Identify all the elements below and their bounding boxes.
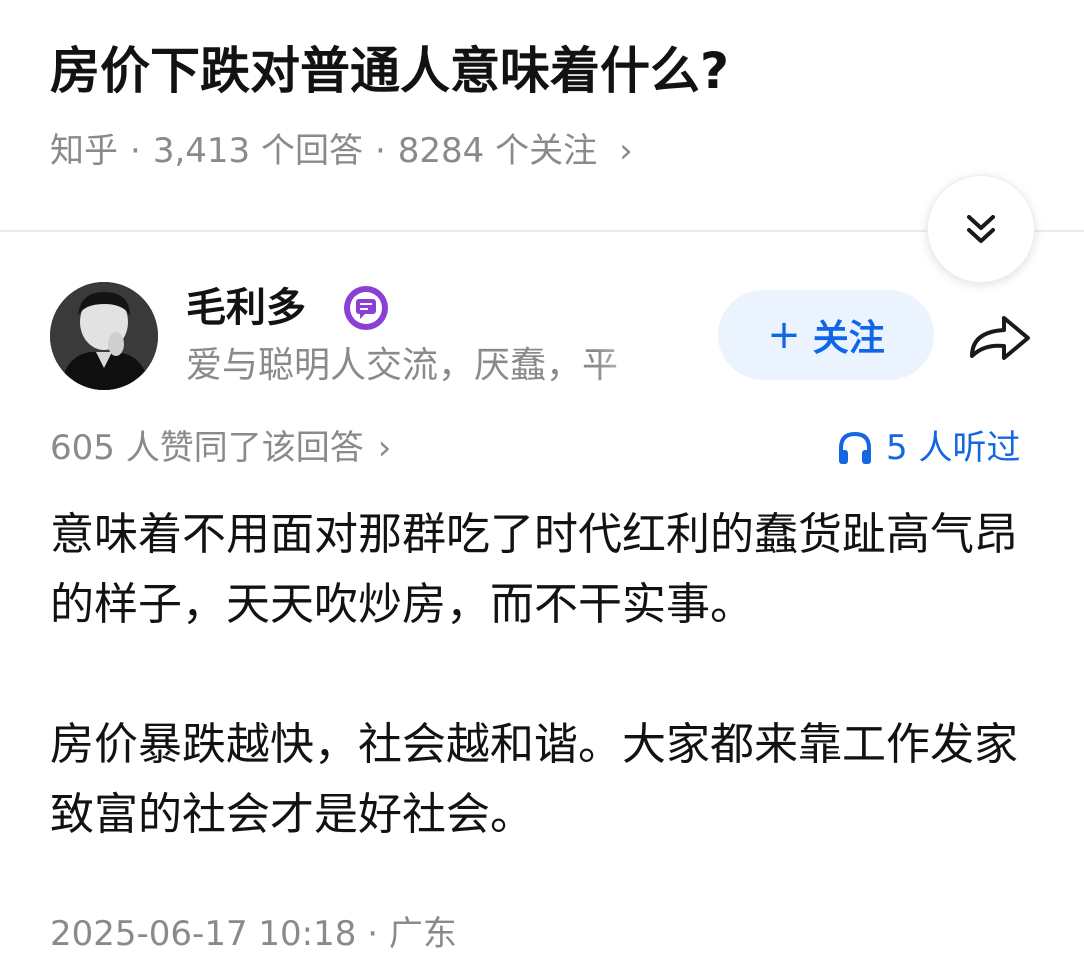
meta-separator: · [130, 131, 141, 171]
avatar-portrait [50, 282, 158, 390]
plus-icon: + [767, 312, 801, 358]
divider [0, 230, 1084, 232]
answer-location: 广东 [388, 914, 457, 954]
meta-separator: · [374, 131, 386, 171]
answer-paragraph: 意味着不用面对那群吃了时代红利的蠢货趾高气昂的样子，天天吹炒房，而不干实事。 [50, 509, 1018, 630]
chevron-right-icon: › [377, 428, 392, 468]
chevron-right-icon: › [619, 131, 633, 171]
question-title[interactable]: 房价下跌对普通人意味着什么? [50, 38, 729, 104]
author-name[interactable]: 毛利多 [186, 282, 306, 334]
upvote-line[interactable]: 605 人赞同了该回答 › [50, 425, 391, 471]
double-chevron-down-icon [967, 215, 995, 243]
answer-content: 意味着不用面对那群吃了时代红利的蠢货趾高气昂的样子，天天吹炒房，而不干实事。 房… [50, 500, 1040, 850]
follow-button[interactable]: + 关注 [718, 290, 934, 380]
question-meta[interactable]: 知乎 · 3,413 个回答 · 8284 个关注 › [50, 128, 633, 174]
footer-separator: · [367, 914, 379, 954]
listen-count[interactable]: 5 人听过 [836, 425, 1020, 471]
answer-datetime: 2025-06-17 10:18 [50, 914, 357, 954]
upvote-count: 605 人赞同了该回答 [50, 428, 364, 468]
listener-count: 5 人听过 [886, 428, 1021, 468]
answer-count: 3,413 个回答 [152, 131, 363, 171]
source-label: 知乎 [50, 131, 118, 171]
author-bio: 爱与聪明人交流，厌蠢，平 [186, 345, 619, 386]
verified-badge-icon [344, 286, 388, 330]
collapse-button[interactable] [927, 175, 1035, 283]
avatar[interactable] [50, 282, 158, 390]
follow-label: 关注 [812, 318, 885, 359]
answer-paragraph: 房价暴跌越快，社会越和谐。大家都来靠工作发家致富的社会才是好社会。 [50, 719, 1018, 840]
follower-count: 8284 个关注 [397, 131, 598, 171]
answer-footer: 2025-06-17 10:18 · 广东 [50, 910, 457, 958]
bio-fade [596, 338, 660, 394]
headphones-icon [839, 431, 871, 464]
share-arrow-icon[interactable] [964, 306, 1036, 366]
